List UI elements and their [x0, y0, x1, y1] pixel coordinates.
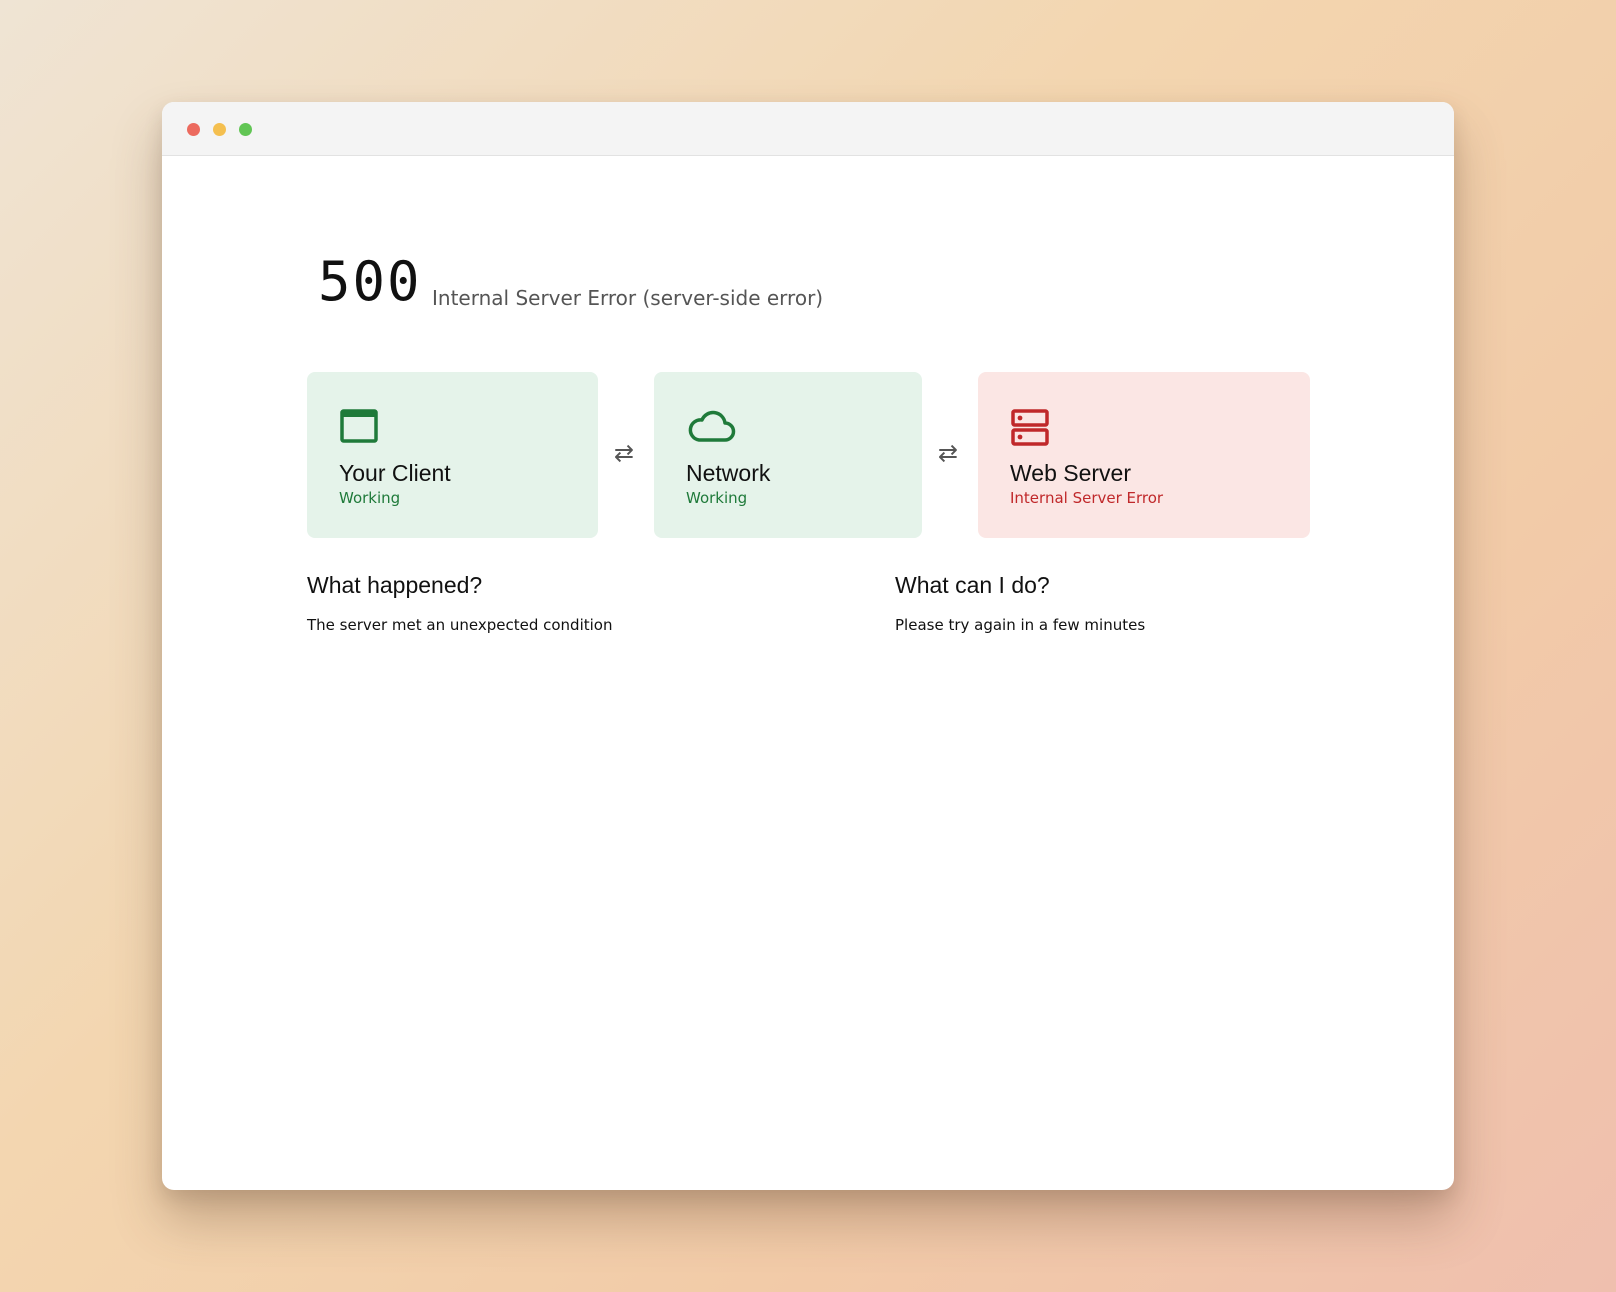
server-status-card: Web Server Internal Server Error [978, 372, 1310, 538]
card-title: Web Server [1010, 460, 1132, 486]
close-window-button[interactable] [187, 123, 200, 136]
what-can-i-do-heading: What can I do? [895, 572, 1050, 598]
browser-window: 500 Internal Server Error (server-side e… [162, 102, 1454, 1190]
server-icon [1010, 408, 1050, 452]
what-happened-text: The server met an unexpected condition [307, 616, 613, 634]
error-description: Internal Server Error (server-side error… [432, 286, 824, 310]
card-status: Internal Server Error [1010, 489, 1164, 507]
card-status: Working [339, 489, 401, 507]
error-code: 500 [318, 250, 422, 313]
network-status-card: Network Working [654, 372, 922, 538]
client-status-card: Your Client Working [307, 372, 598, 538]
maximize-window-button[interactable] [239, 123, 252, 136]
card-title: Network [686, 460, 771, 486]
card-title: Your Client [339, 460, 451, 486]
minimize-window-button[interactable] [213, 123, 226, 136]
cloud-icon [686, 408, 736, 448]
connection-arrows-icon: ⇄ [938, 439, 959, 467]
title-bar [162, 102, 1454, 156]
connection-arrows-icon: ⇄ [614, 439, 635, 467]
what-happened-heading: What happened? [307, 572, 483, 598]
card-status: Working [686, 489, 748, 507]
what-can-i-do-text: Please try again in a few minutes [895, 616, 1146, 634]
browser-window-icon [339, 408, 379, 448]
